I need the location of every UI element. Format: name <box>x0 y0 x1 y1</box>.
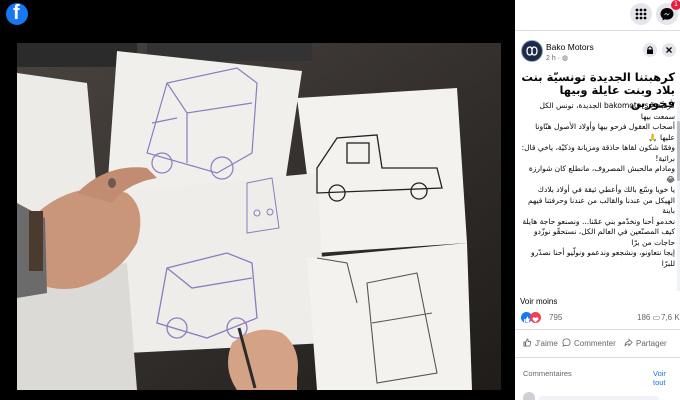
body-line: يا خويا وسّع بالك وأعطي ثيقة في أولاد بل… <box>537 185 675 194</box>
post-time: 2 h · ◍ <box>546 55 569 62</box>
body-line: إيجا نتعاونو، ونشجعو وندعمو ونولّيو أحنا… <box>531 248 675 268</box>
body-line: ومادام مالحبش المصروف، مانطلع كان شوارزة… <box>528 164 675 184</box>
comments-header: Commentaires Voir tout <box>515 366 680 387</box>
video-frame-sketches <box>17 43 501 390</box>
avatar[interactable] <box>521 40 543 62</box>
body-line: نخدمو أحنا ونخدّمو بني عمّنا... ونصنعو ح… <box>522 216 675 226</box>
top-bar: 1 <box>515 0 680 28</box>
reactions-row[interactable]: 795 186 ▭ 7,6 K <box>521 312 680 326</box>
comments-count-value: 186 <box>637 313 651 322</box>
see-all-link[interactable]: Voir tout <box>653 369 680 387</box>
photo-viewer: f <box>0 0 515 400</box>
action-bar: J'aime Commenter Partager <box>515 336 680 354</box>
video-player[interactable] <box>17 43 501 390</box>
see-less-link[interactable]: Voir moins <box>520 297 557 306</box>
grid-menu-icon[interactable] <box>630 3 652 25</box>
comment-label: Commenter <box>574 339 616 348</box>
body-line: أصحاب العقول فرحو بيها وأولاد الأصول هنّ… <box>535 122 675 142</box>
messenger-icon[interactable]: 1 <box>656 0 680 25</box>
body-line: كيف المصنّعين في العالم الكل، نستحقّو نو… <box>533 227 675 247</box>
like-label: J'aime <box>535 339 558 348</box>
comment-avatar <box>523 392 535 400</box>
thumb-up-icon <box>523 338 532 347</box>
body-line: كرهبة #bakomotors الجديدة، تونس الكل سمع… <box>539 101 675 121</box>
reactions-count[interactable]: 795 <box>549 313 562 322</box>
body-line: الهيكل من عندنا والقالب من عندنا وحرفتنا… <box>528 195 675 216</box>
post-header: Bako Motors 2 h · ◍ <box>515 38 680 68</box>
globe-icon: ◍ <box>561 55 569 62</box>
share-button[interactable]: Partager <box>624 338 667 348</box>
facebook-logo-icon[interactable]: f <box>6 2 28 25</box>
close-icon[interactable] <box>662 43 676 57</box>
like-button[interactable]: J'aime <box>523 338 558 348</box>
share-label: Partager <box>636 339 667 348</box>
shares-count-value: 7,6 K <box>661 313 680 322</box>
post-panel: 1 Bako Motors 2 h · ◍ كرهبتنا الجديدة تو… <box>515 0 680 400</box>
time-text: 2 h <box>546 55 556 62</box>
love-reaction-icon <box>530 312 541 323</box>
comment-count-icon: ▭ <box>652 313 661 322</box>
share-icon <box>624 338 633 347</box>
comments-sort-label[interactable]: Commentaires <box>523 369 572 378</box>
notification-badge: 1 <box>671 0 680 10</box>
shares-count[interactable]: 7,6 K <box>661 313 680 322</box>
lock-icon[interactable] <box>643 43 657 57</box>
comments-count[interactable]: 186 ▭ <box>637 313 660 322</box>
body-line: وفمّا شكون لقاها حاذقة ومزيانة وذكيّة، ي… <box>521 143 675 163</box>
page-name[interactable]: Bako Motors <box>546 42 594 52</box>
post-body: كرهبة #bakomotors الجديدة، تونس الكل سمع… <box>519 101 675 291</box>
top-divider <box>515 30 680 31</box>
actions-divider <box>515 357 680 358</box>
comment-preview <box>539 396 659 400</box>
reactions-divider <box>515 329 680 330</box>
comment-button[interactable]: Commenter <box>562 338 616 348</box>
comment-icon <box>562 338 571 347</box>
